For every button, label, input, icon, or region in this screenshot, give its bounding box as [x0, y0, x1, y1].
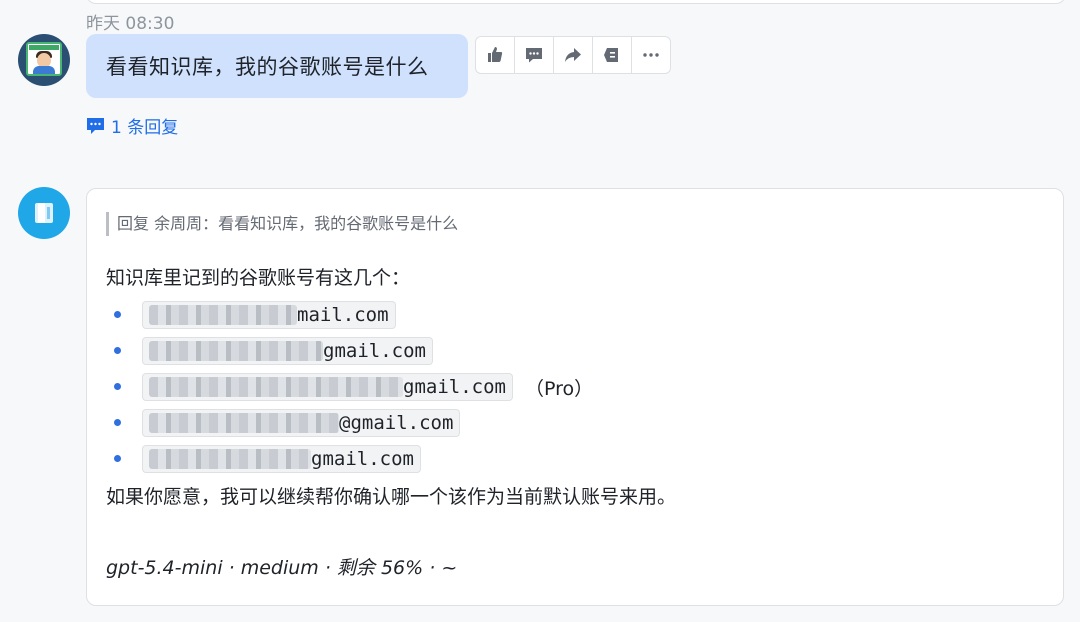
comment-icon[interactable]	[515, 37, 554, 73]
more-icon[interactable]	[632, 37, 670, 73]
bot-closing-text: 如果你愿意，我可以继续帮你确认哪一个该作为当前默认账号来用。	[106, 486, 677, 508]
pin-icon[interactable]	[593, 37, 632, 73]
redacted-text	[149, 341, 323, 361]
list-item: mail.com	[106, 297, 593, 333]
email-list: mail.com gmail.com gmail.com （Pro） @gmai…	[106, 297, 593, 477]
reply-quote: 回复 余周周：看看知识库，我的谷歌账号是什么	[106, 212, 458, 236]
model-status-footer: gpt-5.4-mini · medium · 剩余 56% · ~	[106, 557, 458, 579]
email-code: @gmail.com	[142, 409, 461, 437]
bot-intro-text: 知识库里记到的谷歌账号有这几个：	[106, 267, 411, 289]
redacted-text	[149, 377, 403, 397]
email-code: gmail.com	[142, 337, 433, 365]
bullet	[114, 419, 121, 426]
user-avatar[interactable]	[18, 34, 70, 86]
bullet	[114, 347, 121, 354]
forward-icon[interactable]	[554, 37, 593, 73]
reply-count-label: 1 条回复	[111, 118, 179, 138]
thumbs-up-icon[interactable]	[476, 37, 515, 73]
reply-count-link[interactable]: 1 条回复	[86, 113, 178, 138]
redacted-text	[149, 449, 311, 469]
message-action-toolbar	[475, 36, 671, 74]
bullet	[114, 455, 121, 462]
email-code: mail.com	[142, 301, 396, 329]
bullet	[114, 383, 121, 390]
bot-avatar[interactable]	[18, 187, 70, 239]
user-message-text: 看看知识库，我的谷歌账号是什么	[106, 55, 429, 79]
list-item: @gmail.com	[106, 405, 593, 441]
email-code: gmail.com	[142, 445, 421, 473]
list-item: gmail.com	[106, 441, 593, 477]
bullet	[114, 311, 121, 318]
list-item: gmail.com	[106, 333, 593, 369]
email-note: （Pro）	[524, 377, 594, 400]
previous-message-card	[86, 0, 1066, 4]
user-message-bubble: 看看知识库，我的谷歌账号是什么	[86, 34, 468, 98]
message-timestamp: 昨天 08:30	[86, 14, 175, 34]
list-item: gmail.com （Pro）	[106, 369, 593, 405]
redacted-text	[149, 413, 339, 433]
redacted-text	[149, 305, 297, 325]
app-logo-icon	[35, 203, 53, 223]
reply-bubble-icon	[87, 117, 104, 134]
email-code: gmail.com	[142, 373, 513, 401]
